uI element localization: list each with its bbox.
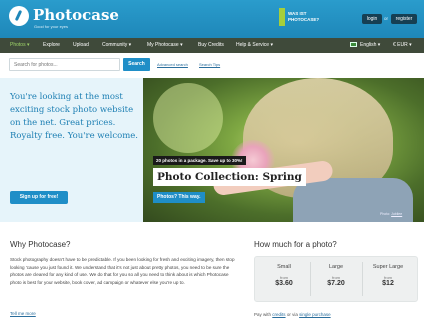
nav-label: Help & Service — [236, 42, 270, 48]
nav-item-upload[interactable]: Upload — [73, 38, 89, 53]
nav-item-my-photocase[interactable]: My Photocase ▾ — [147, 38, 183, 53]
credit-author-link[interactable]: Jubilee — [391, 212, 402, 216]
login-button[interactable]: login — [362, 14, 382, 24]
tell-me-more-link[interactable]: Tell me more — [10, 311, 36, 316]
search-button[interactable]: Search — [123, 58, 150, 71]
register-button[interactable]: register — [391, 14, 417, 24]
hero-photos-button[interactable]: Photos? This way. — [153, 192, 205, 203]
currency-label: EUR — [397, 42, 408, 48]
tier-price: $3.60 — [275, 280, 293, 287]
price-tier-small[interactable]: Small from $3.60 — [259, 264, 309, 298]
single-purchase-link[interactable]: single purchase — [299, 312, 331, 317]
note-or: or via — [286, 312, 298, 317]
tier-name: Super Large — [372, 264, 404, 270]
credits-link[interactable]: credits — [272, 312, 285, 317]
photocase-logo-icon[interactable] — [9, 6, 29, 26]
price-tier-large[interactable]: Large from $7.20 — [311, 264, 361, 298]
nav-label: Photos — [10, 42, 26, 48]
note-prefix: Pay with — [254, 312, 272, 317]
photo-credit: Photo: Jubilee — [380, 212, 402, 216]
tagline: Good for your eyes — [34, 24, 69, 29]
nav-item-buy-credits[interactable]: Buy Credits — [198, 38, 224, 53]
language-flag-icon — [350, 42, 357, 47]
nav-item-community[interactable]: Community ▾ — [102, 38, 131, 53]
signup-button[interactable]: Sign up for free! — [10, 191, 68, 204]
photo-bokeh — [153, 83, 223, 153]
credit-label: Photo: — [380, 212, 391, 216]
pricing-title: How much for a photo? — [254, 240, 337, 249]
language-label: English — [360, 42, 377, 48]
why-title: Why Photocase? — [10, 240, 71, 249]
tier-name: Large — [328, 264, 344, 270]
language-select[interactable]: English ▾ — [360, 38, 380, 53]
tier-name: Small — [277, 264, 291, 270]
main-nav: Photos ▾ Explore Upload Community ▾ My P… — [0, 38, 424, 53]
search-input[interactable] — [9, 58, 120, 71]
promo-flag-icon — [279, 8, 285, 26]
what-is-photocase-promo[interactable]: WAS IST PHOTOCASE? — [279, 6, 341, 30]
nav-label: My Photocase — [147, 42, 179, 48]
pricing-note: Pay with credits or via single purchase — [254, 312, 331, 317]
nav-item-help-service[interactable]: Help & Service ▾ — [236, 38, 273, 53]
tier-price: $7.20 — [327, 280, 345, 287]
nav-item-photos[interactable]: Photos ▾ — [10, 38, 29, 53]
advanced-search-link[interactable]: Advanced search — [157, 62, 188, 67]
tier-price: $12 — [382, 280, 394, 287]
hero-caption-small: 20 photos in a package. Save up to 30%! — [153, 156, 246, 165]
hero-headline: You're looking at the most exciting stoc… — [10, 92, 138, 141]
why-body: Stock photography doesn't have to be pre… — [10, 257, 235, 285]
nav-label: Community — [102, 42, 128, 48]
promo-line-1: WAS IST — [288, 11, 307, 16]
brand-name[interactable]: Photocase — [33, 6, 119, 24]
hero-caption-title[interactable]: Photo Collection: Spring — [153, 168, 306, 186]
promo-line-2: PHOTOCASE? — [288, 17, 320, 22]
search-tips-link[interactable]: Search Tips — [199, 62, 220, 67]
nav-item-explore[interactable]: Explore — [43, 38, 60, 53]
or-separator: or — [384, 16, 389, 21]
currency-select[interactable]: € EUR ▾ — [393, 38, 412, 53]
price-tier-super-large[interactable]: Super Large from $12 — [363, 264, 413, 298]
